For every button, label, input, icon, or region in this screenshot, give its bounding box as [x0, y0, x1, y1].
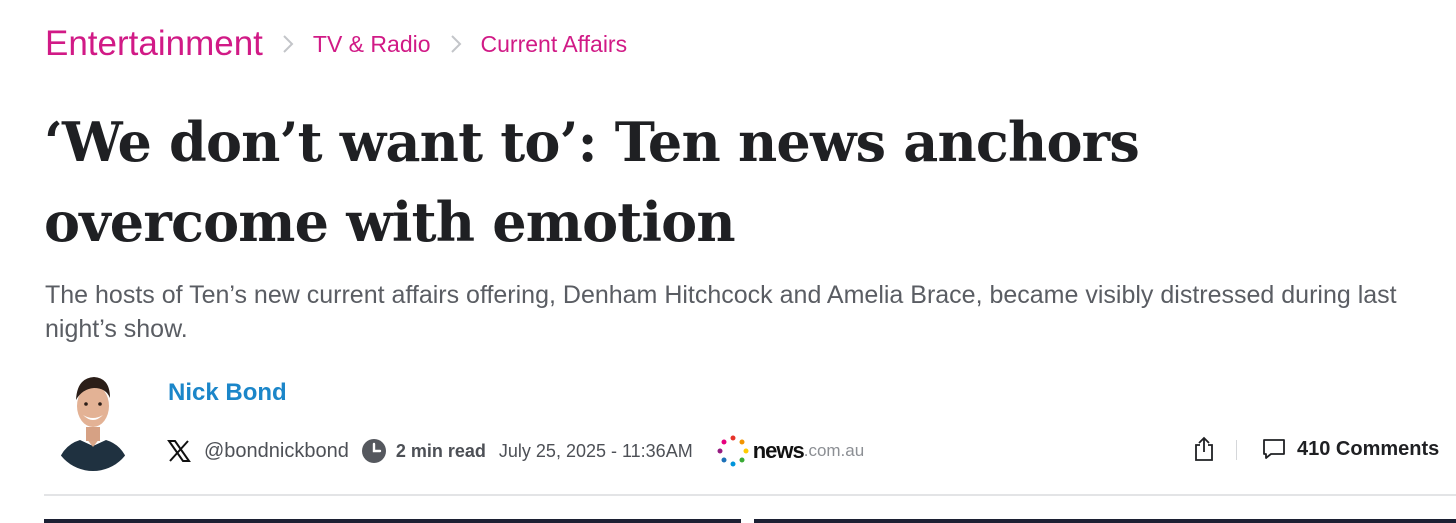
article-headline: ‘We don’t want to’: Ten news anchors ove… — [44, 110, 1140, 254]
article-meta: @bondnickbond 2 min read July 25, 2025 -… — [166, 432, 864, 470]
share-icon — [1195, 436, 1213, 461]
share-button[interactable] — [1190, 434, 1218, 464]
breadcrumb-current-affairs-link[interactable]: Current Affairs — [481, 22, 628, 66]
clock-icon — [361, 438, 387, 464]
comments-button[interactable]: 410 Comments — [1262, 432, 1439, 466]
author-x-handle-link[interactable]: @bondnickbond — [204, 440, 349, 463]
news-logo-domain: .com.au — [803, 441, 865, 460]
read-time: 2 min read — [395, 440, 486, 461]
x-logo-icon[interactable] — [166, 438, 192, 464]
news-com-au-logo: news .com.au — [717, 435, 865, 467]
chevron-right-icon — [431, 22, 481, 66]
actions-divider — [1236, 440, 1237, 460]
chevron-right-icon — [263, 22, 313, 66]
article-standfirst: The hosts of Ten’s new current affairs o… — [45, 281, 1397, 343]
breadcrumb: Entertainment TV & Radio Current Affairs — [45, 22, 627, 66]
news-logo-word: news — [752, 438, 805, 463]
next-section-bar-right — [754, 519, 1456, 523]
author-name-link[interactable]: Nick Bond — [168, 377, 287, 409]
comments-count: 410 Comments — [1297, 437, 1440, 460]
news-logo-dots-icon — [717, 435, 749, 467]
breadcrumb-entertainment-link[interactable]: Entertainment — [45, 22, 263, 66]
meta-divider — [44, 494, 1456, 496]
comment-bubble-icon — [1263, 439, 1285, 459]
next-section-bar-left — [44, 519, 741, 523]
publish-date: July 25, 2025 - 11:36AM — [498, 440, 693, 461]
breadcrumb-tv-radio-link[interactable]: TV & Radio — [313, 22, 431, 66]
author-avatar[interactable] — [52, 372, 134, 471]
